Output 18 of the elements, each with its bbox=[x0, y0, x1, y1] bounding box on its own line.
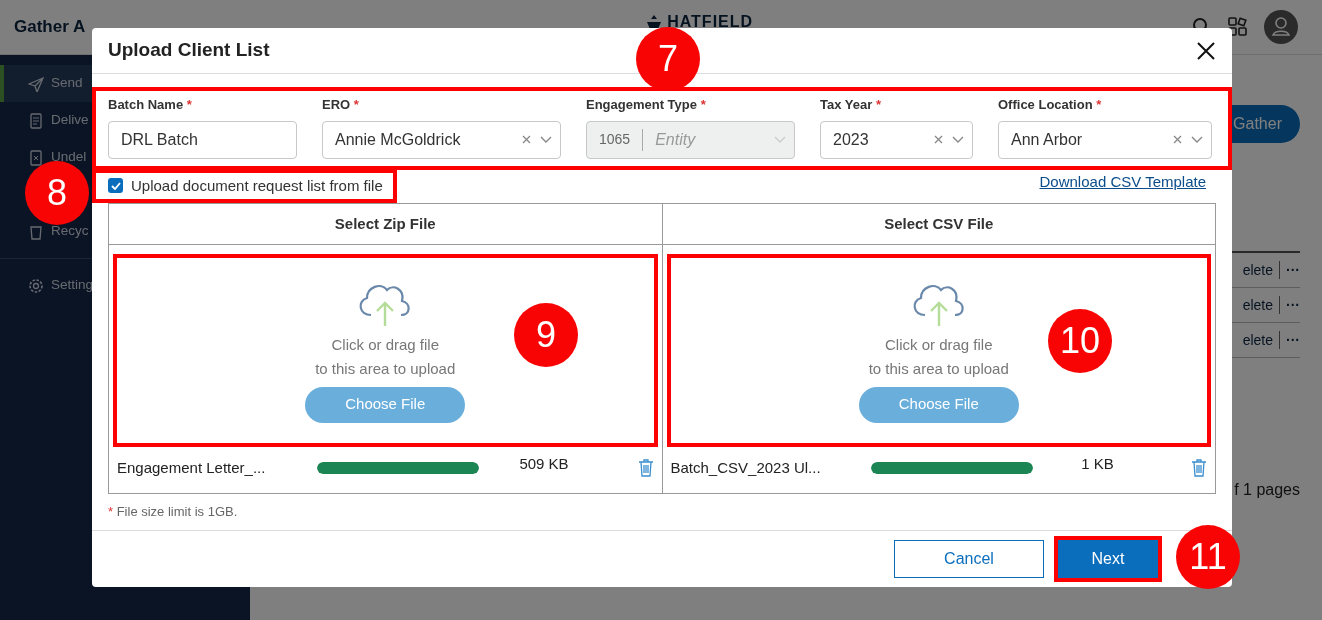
field-label: Batch Name * bbox=[108, 96, 193, 115]
file-name: Batch_CSV_2023 Ul... bbox=[670, 457, 822, 478]
drop-instructions: Click or drag file to this area to upload bbox=[315, 334, 456, 379]
field-label: ERO * bbox=[322, 96, 360, 115]
field-label: Engagement Type * bbox=[586, 96, 707, 115]
file-size: 1 KB bbox=[1080, 453, 1115, 474]
field-label: Tax Year * bbox=[820, 96, 882, 115]
pagination-text: f 1 pages bbox=[1234, 480, 1300, 500]
dialog-title: Upload Client List bbox=[108, 39, 270, 62]
column-header: Select CSV File bbox=[662, 204, 1215, 246]
field-label: Office Location * bbox=[998, 96, 1103, 115]
file-name: Engagement Letter_... bbox=[117, 457, 267, 478]
size-limit-note: * File size limit is 1GB. bbox=[108, 503, 239, 522]
app-logo: Gather A bbox=[13, 16, 86, 39]
drop-instructions: Click or drag file to this area to upload bbox=[868, 334, 1009, 379]
column-header: Select Zip File bbox=[109, 204, 662, 246]
file-size: 509 KB bbox=[518, 453, 570, 474]
select-field: 1065 Entity bbox=[586, 120, 795, 159]
